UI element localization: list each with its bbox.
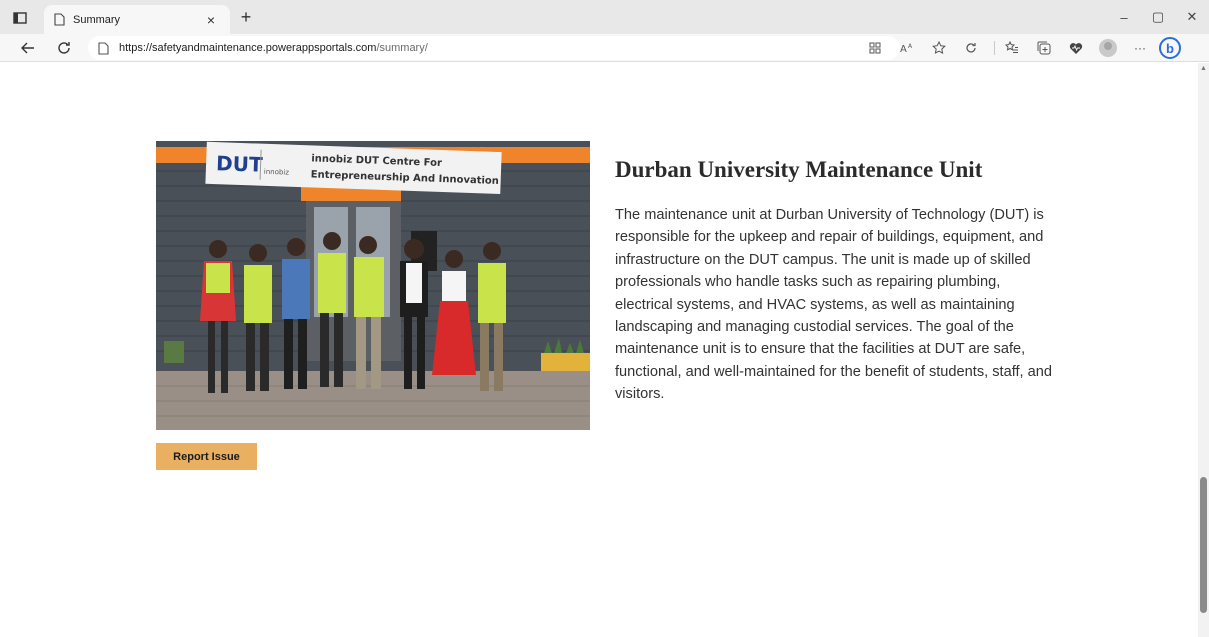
tab-close-button[interactable]: × <box>202 12 220 28</box>
sign-brand: innobiz <box>264 168 290 177</box>
page-scrollbar[interactable]: ▲ <box>1198 63 1209 637</box>
scroll-up-arrow-icon[interactable]: ▲ <box>1200 65 1207 72</box>
minimize-button[interactable]: – <box>1107 0 1141 34</box>
team-photo-illustration: DUT innobiz innobiz DUT Centre For Entre… <box>156 141 590 430</box>
browser-toolbar: https://safetyandmaintenance.powerappspo… <box>0 34 1209 62</box>
new-tab-button[interactable]: + <box>236 8 256 28</box>
svg-text:A: A <box>908 43 913 50</box>
team-photo: DUT innobiz innobiz DUT Centre For Entre… <box>156 141 590 430</box>
tab-title: Summary <box>73 13 121 26</box>
back-arrow-icon <box>21 42 34 54</box>
tab-actions-button[interactable] <box>8 8 32 28</box>
close-window-button[interactable]: ✕ <box>1175 0 1209 34</box>
refresh-sync-icon <box>966 43 976 53</box>
grid-icon <box>869 42 881 54</box>
unit-description: The maintenance unit at Durban Universit… <box>615 207 1053 403</box>
back-button[interactable] <box>16 37 40 59</box>
page-content: DUT innobiz innobiz DUT Centre For Entre… <box>0 63 1198 637</box>
favorites-button[interactable] <box>999 37 1025 59</box>
refresh-icon <box>58 42 70 54</box>
app-available-button[interactable] <box>862 37 888 59</box>
profile-avatar-icon <box>1099 39 1117 57</box>
address-bar[interactable]: https://safetyandmaintenance.powerappspo… <box>88 36 900 60</box>
page-title: Durban University Maintenance Unit <box>615 157 983 182</box>
more-button[interactable]: ··· <box>1127 37 1153 59</box>
read-aloud-icon: AA <box>900 43 913 54</box>
report-issue-button[interactable]: Report Issue <box>156 443 257 470</box>
profile-button[interactable] <box>1095 37 1121 59</box>
site-info-icon[interactable] <box>98 41 109 55</box>
browser-tab[interactable]: Summary × <box>44 5 230 34</box>
collections-button[interactable] <box>1031 37 1057 59</box>
bing-icon[interactable]: b <box>1159 37 1181 59</box>
toolbar-separator <box>994 41 995 55</box>
scroll-thumb[interactable] <box>1200 477 1207 613</box>
favorite-star-icon <box>932 41 946 55</box>
restore-button[interactable]: ▢ <box>1141 0 1175 34</box>
add-favorite-button[interactable] <box>926 37 952 59</box>
svg-text:A: A <box>900 44 907 54</box>
tab-actions-icon <box>13 12 27 24</box>
browser-tab-strip: Summary × + – ▢ ✕ <box>0 0 1209 34</box>
sign-dut-logo: DUT <box>216 151 264 177</box>
favorites-list-icon <box>1005 41 1018 53</box>
browser-essentials-button[interactable] <box>1063 37 1089 59</box>
refresh-sync-button[interactable] <box>958 37 984 59</box>
url-host: https://safetyandmaintenance.powerappspo… <box>119 42 377 54</box>
refresh-button[interactable] <box>52 37 76 59</box>
url-text: https://safetyandmaintenance.powerappspo… <box>119 42 428 54</box>
page-icon <box>54 13 65 26</box>
read-aloud-button[interactable]: AA <box>894 37 920 59</box>
url-path: /summary/ <box>376 42 428 54</box>
heart-health-icon <box>1069 42 1083 54</box>
collections-icon <box>1037 41 1051 55</box>
